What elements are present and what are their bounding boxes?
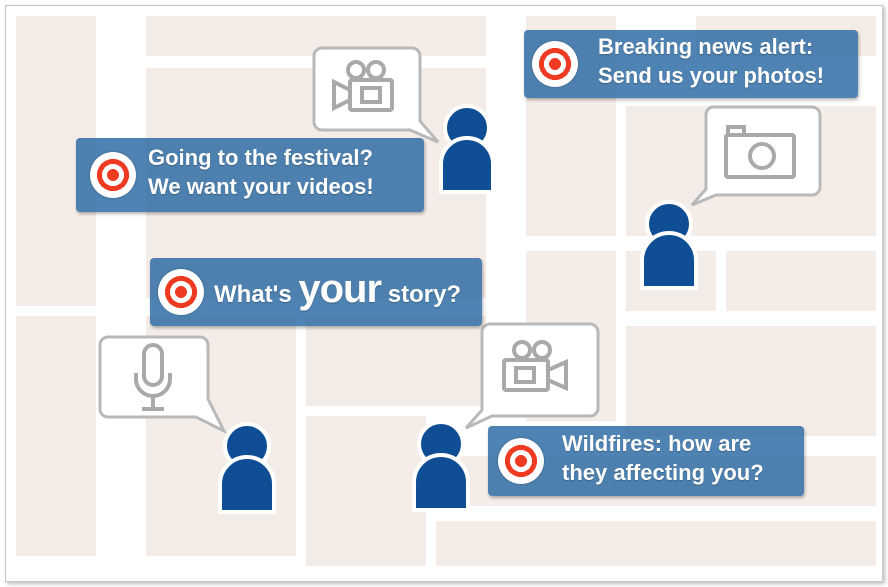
person-icon (439, 104, 495, 194)
target-icon (532, 41, 578, 87)
story-card: What's your story? (150, 258, 482, 326)
festival-card: Going to the festival? We want your vide… (76, 138, 424, 212)
person-icon (640, 200, 698, 290)
wildfires-card: Wildfires: how are they affecting you? (488, 426, 804, 496)
story-text: What's (214, 281, 299, 308)
city-block (306, 316, 486, 406)
photo-bubble (690, 105, 822, 207)
city-block (436, 521, 876, 566)
story-emphasis: your (298, 267, 382, 311)
illustration: Breaking news alert: Send us your photos… (0, 0, 888, 587)
video-bubble (312, 46, 440, 144)
card-line: Send us your photos! (598, 62, 825, 88)
card-line: they affecting you? (562, 459, 764, 485)
person-icon (218, 422, 276, 514)
target-icon (498, 438, 544, 484)
target-icon (158, 269, 204, 315)
video-bubble (464, 322, 600, 430)
city-block (306, 416, 426, 566)
city-block (626, 326, 876, 436)
card-line: We want your videos! (148, 173, 374, 199)
breaking-news-card: Breaking news alert: Send us your photos… (524, 30, 858, 98)
card-line: Going to the festival? (148, 145, 373, 170)
card-line: Wildfires: how are (562, 431, 752, 456)
card-line: Breaking news alert: (598, 34, 814, 59)
target-icon (90, 152, 136, 198)
story-text: story? (381, 281, 462, 308)
city-block (726, 251, 876, 311)
city-block (16, 316, 96, 556)
audio-bubble (98, 335, 228, 435)
person-icon (412, 420, 470, 512)
